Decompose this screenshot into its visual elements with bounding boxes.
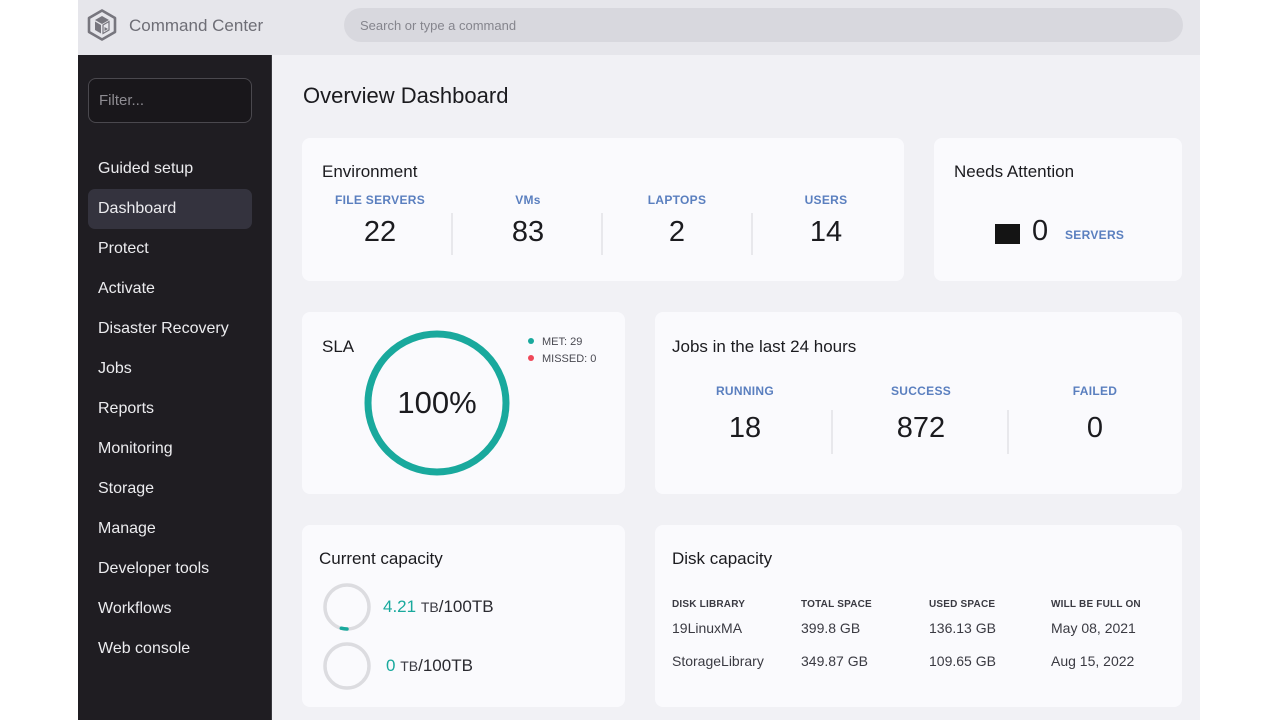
sidebar-item-dashboard[interactable]: Dashboard — [88, 189, 252, 229]
capacity-used-value: 0 — [386, 656, 396, 675]
stat-value-file-servers[interactable]: 22 — [320, 216, 440, 249]
column-header-will-be-full-on[interactable]: WILL BE FULL ON — [1051, 597, 1161, 611]
current-capacity-title: Current capacity — [319, 549, 443, 568]
sla-legend-met: MET: 29 — [528, 336, 582, 348]
sidebar-item-protect[interactable]: Protect — [88, 229, 252, 269]
environment-card[interactable]: Environment FILE SERVERS 22 VMs 83 LAPTO… — [302, 138, 904, 281]
capacity-ring-2 — [323, 642, 371, 690]
capacity-ring-track — [323, 583, 371, 631]
column-header-disk-library[interactable]: DISK LIBRARY — [672, 597, 801, 611]
stat-value-success[interactable]: 872 — [861, 412, 981, 445]
sidebar-filter-input[interactable] — [88, 78, 252, 123]
cell-used-space: 136.13 GB — [929, 619, 996, 636]
cell-total-space: 349.87 GB — [801, 652, 868, 669]
column-header-used-space[interactable]: USED SPACE — [929, 597, 1051, 611]
table-row[interactable]: StorageLibrary 349.87 GB 109.65 GB Aug 1… — [672, 644, 1161, 677]
needs-attention-title: Needs Attention — [954, 162, 1075, 181]
stat-value-running[interactable]: 18 — [685, 412, 805, 445]
app-window: Command Center Guided setup Dashboard Pr… — [78, 0, 1200, 720]
current-capacity-card[interactable]: Current capacity 4.21 TB/100TB 0 TB/100T… — [302, 525, 625, 707]
divider — [601, 213, 603, 255]
cell-full-date: Aug 15, 2022 — [1051, 652, 1135, 669]
cell-total-space: 399.8 GB — [801, 619, 861, 636]
capacity-used-value: 4.21 — [383, 597, 417, 616]
sidebar-item-jobs[interactable]: Jobs — [88, 349, 252, 389]
sla-legend-missed: MISSED: 0 — [528, 353, 596, 365]
cell-disk-library[interactable]: StorageLibrary — [672, 644, 801, 677]
stat-value-laptops[interactable]: 2 — [617, 216, 737, 249]
sla-title: SLA — [322, 337, 355, 356]
stat-label-failed: FAILED — [1072, 384, 1118, 398]
stat-label-vms: VMs — [515, 193, 541, 207]
missed-dot-icon — [528, 355, 534, 362]
stat-label-running: RUNNING — [715, 384, 775, 398]
stat-value-failed[interactable]: 0 — [1035, 412, 1155, 445]
divider — [831, 410, 833, 454]
jobs-card[interactable]: Jobs in the last 24 hours RUNNING 18 SUC… — [655, 312, 1182, 494]
capacity-total: 100TB — [443, 597, 494, 616]
sidebar: Guided setup Dashboard Protect Activate … — [78, 55, 272, 720]
app-title: Command Center — [129, 16, 264, 35]
met-dot-icon — [528, 338, 534, 345]
stat-label-users: USERS — [804, 193, 848, 207]
jobs-title: Jobs in the last 24 hours — [672, 337, 857, 356]
sla-legend-met-label: MET: 29 — [542, 336, 583, 348]
sidebar-item-disaster-recovery[interactable]: Disaster Recovery — [88, 309, 252, 349]
capacity-row-1: 4.21 TB/100TB — [383, 597, 494, 616]
stat-value-vms[interactable]: 83 — [468, 216, 588, 249]
divider — [1007, 410, 1009, 454]
stat-label-laptops: LAPTOPS — [647, 193, 707, 207]
sidebar-item-reports[interactable]: Reports — [88, 389, 252, 429]
page-title: Overview Dashboard — [303, 83, 509, 108]
sla-percent: 100% — [397, 385, 477, 420]
sidebar-item-workflows[interactable]: Workflows — [88, 589, 252, 629]
capacity-ring-1 — [323, 583, 371, 631]
column-header-total-space[interactable]: TOTAL SPACE — [801, 597, 929, 611]
cell-full-date: May 08, 2021 — [1051, 619, 1136, 636]
command-search-input[interactable] — [344, 8, 1183, 42]
stat-label-file-servers: FILE SERVERS — [334, 193, 426, 207]
sidebar-nav: Guided setup Dashboard Protect Activate … — [88, 149, 252, 669]
sidebar-item-manage[interactable]: Manage — [88, 509, 252, 549]
environment-title: Environment — [322, 162, 418, 181]
cell-disk-library[interactable]: 19LinuxMA — [672, 611, 801, 644]
server-square-icon — [995, 224, 1020, 244]
needs-attention-count[interactable]: 0 — [1032, 215, 1048, 248]
table-row[interactable]: 19LinuxMA 399.8 GB 136.13 GB May 08, 202… — [672, 611, 1161, 644]
cell-used-space: 109.65 GB — [929, 652, 996, 669]
sidebar-item-developer-tools[interactable]: Developer tools — [88, 549, 252, 589]
disk-capacity-table: DISK LIBRARY TOTAL SPACE USED SPACE WILL… — [672, 597, 1161, 677]
capacity-ring-track — [323, 642, 371, 690]
sla-legend-missed-label: MISSED: 0 — [542, 353, 597, 365]
capacity-used-unit: TB — [400, 658, 419, 674]
capacity-total: 100TB — [422, 656, 473, 675]
sidebar-item-web-console[interactable]: Web console — [88, 629, 252, 669]
needs-attention-card[interactable]: Needs Attention 0 SERVERS — [934, 138, 1182, 281]
sidebar-item-storage[interactable]: Storage — [88, 469, 252, 509]
sidebar-item-monitoring[interactable]: Monitoring — [88, 429, 252, 469]
stat-value-users[interactable]: 14 — [766, 216, 886, 249]
needs-attention-label[interactable]: SERVERS — [1065, 228, 1124, 242]
main-content: Overview Dashboard Environment FILE SERV… — [272, 55, 1200, 720]
top-bar: Command Center — [78, 0, 1200, 55]
divider — [751, 213, 753, 255]
sla-card[interactable]: SLA 100% MET: 29 MISSED: 0 — [302, 312, 625, 494]
sidebar-item-activate[interactable]: Activate — [88, 269, 252, 309]
disk-capacity-title: Disk capacity — [672, 549, 773, 568]
disk-capacity-card[interactable]: Disk capacity DISK LIBRARY TOTAL SPACE U… — [655, 525, 1182, 707]
capacity-used-unit: TB — [420, 599, 439, 615]
table-header-row: DISK LIBRARY TOTAL SPACE USED SPACE WILL… — [672, 597, 1161, 611]
capacity-row-2: 0 TB/100TB — [386, 656, 473, 675]
stat-label-success: SUCCESS — [890, 384, 952, 398]
sidebar-item-guided-setup[interactable]: Guided setup — [88, 149, 252, 189]
cube-icon[interactable] — [87, 9, 117, 41]
divider — [451, 213, 453, 255]
